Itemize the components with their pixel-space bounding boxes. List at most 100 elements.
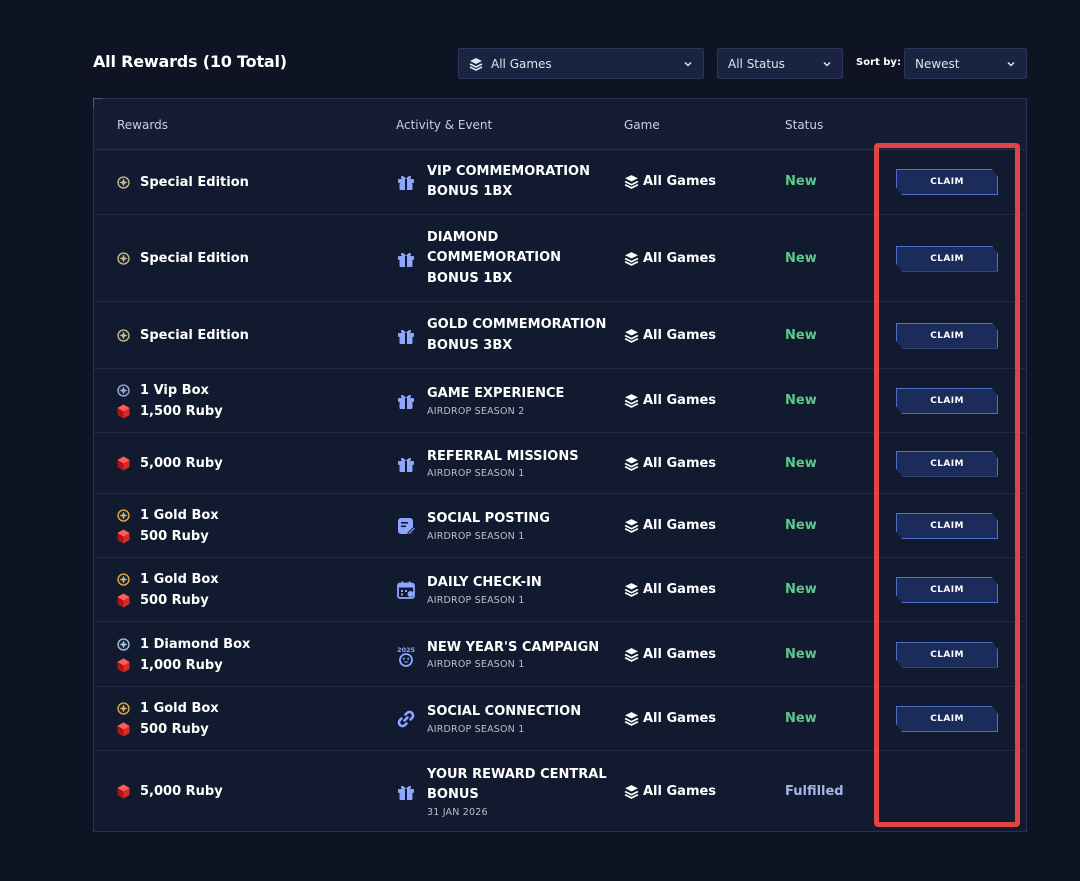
status-badge: New xyxy=(785,174,817,189)
activity-title: YOUR REWARD CENTRAL xyxy=(427,766,607,782)
activity-subtitle: AIRDROP SEASON 1 xyxy=(427,659,525,671)
game-cell: All Games xyxy=(624,328,716,343)
activity-subtitle: AIRDROP SEASON 1 xyxy=(427,723,525,735)
activity-subtitle: AIRDROP SEASON 1 xyxy=(427,468,525,480)
ruby-icon xyxy=(117,784,135,799)
status-filter-select[interactable]: All Status xyxy=(717,48,843,79)
reward-cell: Special Edition xyxy=(117,172,249,193)
layers-icon xyxy=(624,784,639,799)
claim-button[interactable]: CLAIM xyxy=(896,450,998,477)
claim-button[interactable]: CLAIM xyxy=(896,577,998,603)
page-title: All Rewards (10 Total) xyxy=(93,52,287,71)
gift-icon xyxy=(396,249,416,273)
game-cell: All Games xyxy=(624,582,716,597)
ruby-icon xyxy=(117,456,135,471)
reward-text: 500 Ruby xyxy=(140,722,209,737)
column-header-rewards: Rewards xyxy=(117,118,168,132)
activity-subtitle: AIRDROP SEASON 1 xyxy=(427,530,525,542)
status-badge: New xyxy=(785,327,817,343)
layers-icon xyxy=(624,647,639,662)
activity-subtitle: AIRDROP SEASON 1 xyxy=(427,594,525,606)
table-row: 5,000 Ruby YOUR REWARD CENTRAL BONUS 31 JAN… xyxy=(94,751,1026,832)
status-badge: New xyxy=(785,455,817,471)
activity-title: BONUS 1BX xyxy=(427,270,513,286)
game-cell: All Games xyxy=(624,711,716,726)
rewards-header: All Rewards (10 Total) All Games All Sta… xyxy=(93,48,1027,81)
claim-button[interactable]: CLAIM xyxy=(896,245,998,272)
sort-select[interactable]: Newest xyxy=(904,48,1027,79)
chevron-down-icon xyxy=(823,61,831,67)
activity-cell: SOCIAL CONNECTION AIRDROP SEASON 1 xyxy=(427,702,581,735)
game-name: All Games xyxy=(643,327,717,343)
status-badge: New xyxy=(785,582,817,597)
table-row: 1 Vip Box 1,500 Ruby GAME EXPERIENCE AIRDRO… xyxy=(94,369,1026,433)
claim-button[interactable]: CLAIM xyxy=(896,322,998,349)
gift-icon xyxy=(396,782,416,806)
game-cell: All Games xyxy=(624,174,716,189)
reward-item: 1,500 Ruby xyxy=(117,401,223,422)
reward-cell: 1 Gold Box 500 Ruby xyxy=(117,569,219,611)
game-cell: All Games xyxy=(624,251,716,266)
game-name: All Games xyxy=(643,783,717,799)
layers-icon xyxy=(624,456,639,471)
game-name: All Games xyxy=(643,250,717,266)
claim-button[interactable]: CLAIM xyxy=(896,388,998,414)
layers-icon xyxy=(469,57,483,71)
vip-box-icon xyxy=(117,384,135,397)
ruby-icon xyxy=(117,404,135,419)
reward-text: Special Edition xyxy=(140,328,249,343)
reward-item: 5,000 Ruby xyxy=(117,453,223,474)
column-header-status: Status xyxy=(785,118,824,132)
reward-item: Special Edition xyxy=(117,172,249,193)
reward-text: 1,500 Ruby xyxy=(140,404,223,419)
status-badge: New xyxy=(785,393,817,408)
activity-cell: DAILY CHECK-IN AIRDROP SEASON 1 xyxy=(427,573,542,606)
claim-button[interactable]: CLAIM xyxy=(896,513,998,539)
status-badge: New xyxy=(785,250,817,266)
activity-cell: REFERRAL MISSIONS AIRDROP SEASON 1 xyxy=(427,447,579,480)
game-name: All Games xyxy=(643,582,717,597)
game-name: All Games xyxy=(643,711,717,726)
layers-icon xyxy=(624,712,639,726)
table-header: Rewards Activity & Event Game Status xyxy=(94,99,1026,150)
gift-icon xyxy=(396,391,416,415)
reward-text: 1 Gold Box xyxy=(140,572,219,587)
ruby-icon xyxy=(117,593,135,608)
claim-button[interactable]: CLAIM xyxy=(896,169,998,195)
activity-title: REFERRAL MISSIONS xyxy=(427,448,579,464)
reward-item: 1 Diamond Box xyxy=(117,634,250,655)
table-row: 1 Diamond Box 1,000 Ruby 2025 NEW YEAR'S CA… xyxy=(94,622,1026,687)
reward-text: Special Edition xyxy=(140,174,249,190)
activity-cell: SOCIAL POSTING AIRDROP SEASON 1 xyxy=(427,509,550,542)
table-row: 1 Gold Box 500 Ruby DAILY CHECK-IN AIRDROP … xyxy=(94,558,1026,622)
game-cell: All Games xyxy=(624,456,716,471)
game-cell: All Games xyxy=(624,518,716,533)
reward-text: 1 Gold Box xyxy=(140,508,219,523)
activity-title: DAILY CHECK-IN xyxy=(427,575,542,591)
reward-cell: 1 Gold Box 500 Ruby xyxy=(117,505,219,547)
reward-item: Special Edition xyxy=(117,248,249,269)
reward-item: 500 Ruby xyxy=(117,526,219,547)
reward-cell: 1 Gold Box 500 Ruby xyxy=(117,698,219,740)
reward-text: 5,000 Ruby xyxy=(140,784,223,799)
reward-text: Special Edition xyxy=(140,251,249,266)
rewards-table: Rewards Activity & Event Game Status Spe… xyxy=(93,98,1027,832)
layers-icon xyxy=(624,251,639,266)
game-cell: All Games xyxy=(624,784,716,799)
special-edition-icon xyxy=(117,252,135,265)
game-cell: All Games xyxy=(624,647,716,662)
game-filter-select[interactable]: All Games xyxy=(458,48,704,79)
link-icon xyxy=(396,709,416,733)
reward-cell: Special Edition xyxy=(117,248,249,269)
table-row: 1 Gold Box 500 Ruby SOCIAL CONNECTION AIRDR… xyxy=(94,687,1026,751)
diamond-box-icon xyxy=(117,637,135,651)
claim-button[interactable]: CLAIM xyxy=(896,641,998,668)
status-badge: New xyxy=(785,711,817,726)
claim-button[interactable]: CLAIM xyxy=(896,706,998,732)
activity-subtitle: 31 JAN 2026 xyxy=(427,806,488,818)
chevron-down-icon xyxy=(1007,61,1015,67)
status-badge: New xyxy=(785,646,817,662)
column-header-activity: Activity & Event xyxy=(396,118,493,132)
activity-cell: GAME EXPERIENCE AIRDROP SEASON 2 xyxy=(427,384,564,417)
gift-icon xyxy=(396,454,416,478)
